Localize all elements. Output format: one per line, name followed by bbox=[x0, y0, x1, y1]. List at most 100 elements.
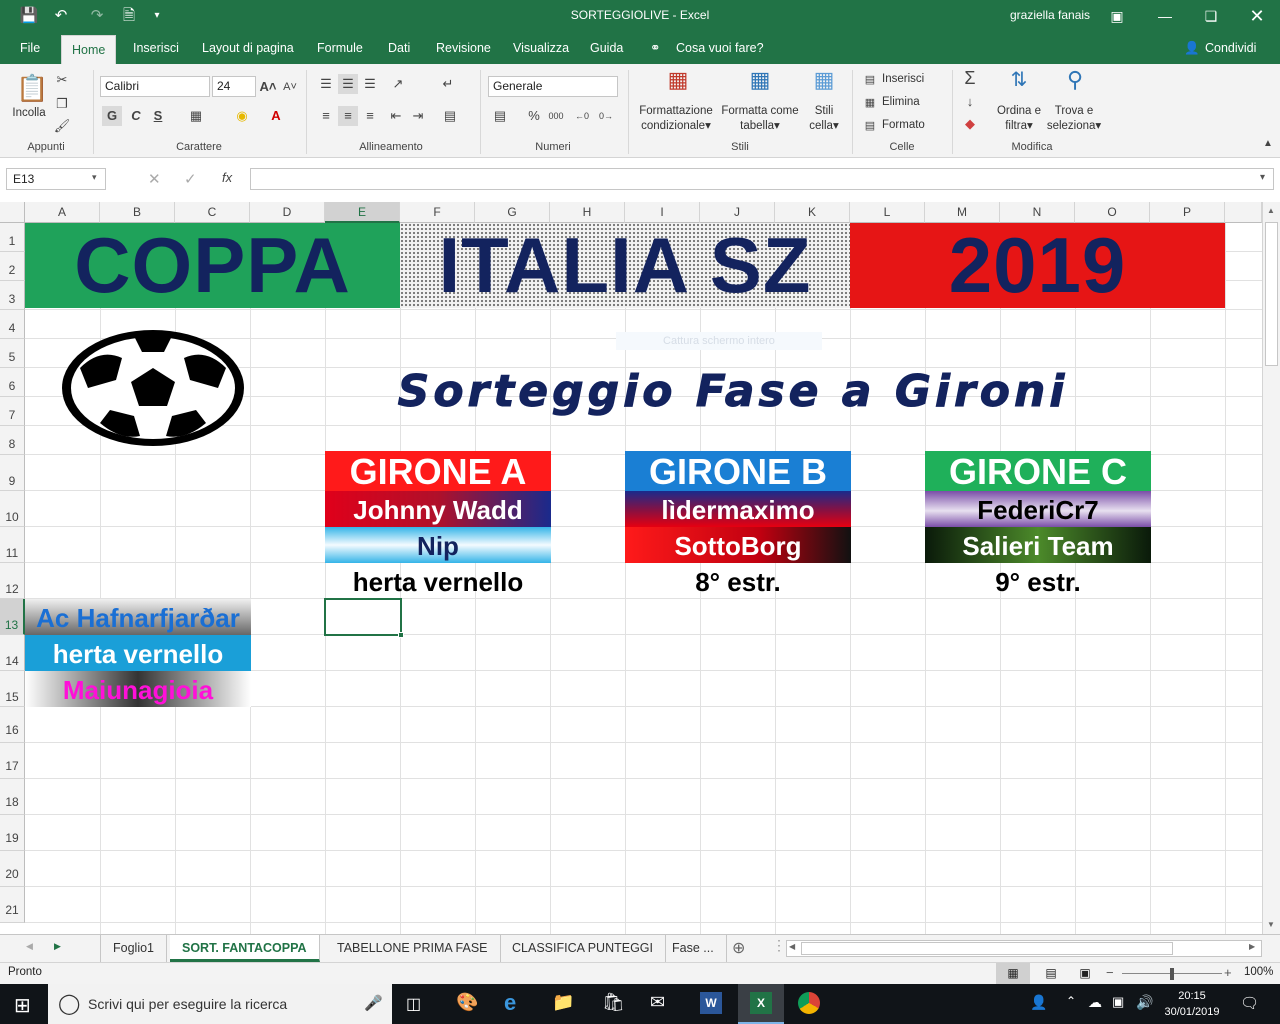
thousands-icon[interactable]: 000 bbox=[546, 106, 566, 126]
decrease-indent-icon[interactable]: ⇤ bbox=[386, 106, 406, 126]
row-header[interactable]: 16 bbox=[0, 707, 25, 743]
notifications-icon[interactable]: 🗨 bbox=[1240, 994, 1259, 1012]
find-select-button[interactable]: Trova e seleziona▾ bbox=[1044, 104, 1104, 134]
column-header[interactable]: N bbox=[1000, 202, 1075, 223]
column-header[interactable] bbox=[1225, 202, 1262, 223]
spreadsheet-grid[interactable]: A B C D E F G H I J K L M N O P 1 2 3 4 … bbox=[0, 202, 1262, 934]
row-header[interactable]: 17 bbox=[0, 743, 25, 779]
paste-icon[interactable]: 📋 bbox=[16, 72, 48, 104]
row-header[interactable]: 3 bbox=[0, 281, 25, 310]
merge-center-icon[interactable]: ▤ bbox=[440, 106, 460, 126]
row-header-selected[interactable]: 13 bbox=[0, 599, 25, 635]
word-app-icon[interactable]: W bbox=[700, 992, 722, 1014]
align-top-icon[interactable]: ☰ bbox=[316, 74, 336, 94]
name-box[interactable]: E13 bbox=[6, 168, 106, 190]
column-header-selected[interactable]: E bbox=[325, 202, 400, 223]
format-table-button[interactable]: Formatta come tabella▾ bbox=[716, 104, 804, 134]
tab-file[interactable]: File bbox=[20, 32, 40, 64]
windows-start-icon[interactable]: ⊞ bbox=[14, 993, 31, 1018]
share-button[interactable]: Condividi bbox=[1205, 32, 1256, 64]
fill-handle[interactable] bbox=[398, 632, 404, 638]
conditional-format-icon[interactable]: ▦ bbox=[664, 69, 692, 98]
tab-formulas[interactable]: Formule bbox=[317, 32, 363, 64]
row-header[interactable]: 19 bbox=[0, 815, 25, 851]
column-header[interactable]: P bbox=[1150, 202, 1225, 223]
column-header[interactable]: O bbox=[1075, 202, 1150, 223]
sheet-tab-foglio1[interactable]: Foglio1 bbox=[100, 935, 167, 962]
row-header[interactable]: 18 bbox=[0, 779, 25, 815]
delete-cells-icon[interactable]: ▦ bbox=[860, 93, 880, 113]
paint-app-icon[interactable]: 🎨 bbox=[456, 992, 478, 1013]
select-all-corner[interactable] bbox=[0, 202, 25, 223]
cloud-icon[interactable]: ☁ bbox=[1088, 994, 1102, 1011]
delete-cells-button[interactable]: Elimina bbox=[882, 96, 920, 108]
page-layout-view-icon[interactable]: ▤ bbox=[1040, 963, 1062, 984]
column-header[interactable]: A bbox=[25, 202, 100, 223]
vertical-scroll-thumb[interactable] bbox=[1265, 222, 1278, 366]
format-table-icon[interactable]: ▦ bbox=[746, 69, 774, 98]
row-header[interactable]: 2 bbox=[0, 252, 25, 281]
column-header[interactable]: M bbox=[925, 202, 1000, 223]
increase-indent-icon[interactable]: ⇥ bbox=[408, 106, 428, 126]
percent-icon[interactable]: % bbox=[524, 106, 544, 126]
row-header[interactable]: 21 bbox=[0, 887, 25, 923]
row-header[interactable]: 10 bbox=[0, 491, 25, 527]
row-header[interactable]: 8 bbox=[0, 426, 25, 455]
row-header[interactable]: 7 bbox=[0, 397, 25, 426]
tab-insert[interactable]: Inserisci bbox=[133, 32, 179, 64]
tray-expand-icon[interactable]: ⌃ bbox=[1066, 994, 1076, 1008]
number-format-select[interactable]: Generale bbox=[488, 76, 618, 97]
share-icon[interactable]: 👤 bbox=[1184, 32, 1200, 64]
selected-cell[interactable] bbox=[324, 598, 402, 636]
ribbon-options-icon[interactable]: ▣ bbox=[1094, 0, 1140, 32]
row-header[interactable]: 6 bbox=[0, 368, 25, 397]
paste-label[interactable]: Incolla bbox=[8, 106, 50, 121]
tab-page-layout[interactable]: Layout di pagina bbox=[202, 32, 294, 64]
clear-icon[interactable]: ◆ bbox=[960, 114, 980, 134]
microphone-icon[interactable]: 🎤 bbox=[364, 984, 383, 1024]
column-header[interactable]: I bbox=[625, 202, 700, 223]
align-right-icon[interactable]: ≡ bbox=[360, 106, 380, 126]
bold-button[interactable]: G bbox=[102, 106, 122, 126]
autosum-icon[interactable]: Σ bbox=[960, 68, 980, 88]
scroll-down-icon[interactable]: ▼ bbox=[1267, 920, 1275, 929]
scroll-left-icon[interactable]: ◀ bbox=[789, 942, 795, 951]
taskbar-search[interactable]: ◯ Scrivi qui per eseguire la ricerca 🎤 bbox=[48, 984, 392, 1024]
network-icon[interactable]: ▣ bbox=[1112, 994, 1124, 1010]
copy-icon[interactable]: ❐ bbox=[52, 94, 72, 114]
italic-button[interactable]: C bbox=[126, 106, 146, 126]
font-size-select[interactable]: 24 bbox=[212, 76, 256, 97]
cell-styles-icon[interactable]: ▦ bbox=[810, 69, 838, 98]
zoom-out-icon[interactable]: − bbox=[1106, 965, 1114, 980]
increase-font-icon[interactable]: A˄ bbox=[258, 77, 278, 97]
next-sheet-icon[interactable]: ▶ bbox=[54, 941, 61, 952]
sheet-tab-tabellone[interactable]: TABELLONE PRIMA FASE bbox=[325, 935, 501, 962]
user-name[interactable]: graziella fanais bbox=[1010, 8, 1090, 22]
edge-browser-icon[interactable]: e bbox=[504, 990, 516, 1016]
file-explorer-icon[interactable]: 📁 bbox=[552, 992, 574, 1013]
column-header[interactable]: C bbox=[175, 202, 250, 223]
add-sheet-icon[interactable]: ⊕ bbox=[732, 938, 745, 958]
prev-sheet-icon[interactable]: ◀ bbox=[26, 941, 33, 952]
zoom-slider-thumb[interactable] bbox=[1170, 968, 1174, 980]
sort-filter-icon[interactable]: ⇅ bbox=[1004, 70, 1034, 100]
expand-formula-icon[interactable]: ▾ bbox=[1260, 172, 1265, 183]
taskbar-clock[interactable]: 20:15 30/01/2019 bbox=[1160, 988, 1224, 1020]
row-header[interactable]: 5 bbox=[0, 339, 25, 368]
column-header[interactable]: L bbox=[850, 202, 925, 223]
row-header[interactable]: 11 bbox=[0, 527, 25, 563]
column-header[interactable]: J bbox=[700, 202, 775, 223]
horizontal-scrollbar[interactable]: ◀ ▶ bbox=[786, 940, 1262, 957]
mail-icon[interactable]: ✉ bbox=[650, 992, 665, 1013]
insert-cells-icon[interactable]: ▤ bbox=[860, 70, 880, 90]
column-header[interactable]: H bbox=[550, 202, 625, 223]
align-bottom-icon[interactable]: ☰ bbox=[360, 74, 380, 94]
horizontal-scroll-thumb[interactable] bbox=[801, 942, 1173, 955]
underline-button[interactable]: S bbox=[148, 106, 168, 126]
tab-home[interactable]: Home bbox=[61, 35, 117, 64]
chrome-browser-icon[interactable] bbox=[798, 992, 820, 1014]
sort-filter-button[interactable]: Ordina e filtra▾ bbox=[992, 104, 1046, 134]
scroll-right-icon[interactable]: ▶ bbox=[1249, 942, 1255, 951]
conditional-format-button[interactable]: Formattazione condizionale▾ bbox=[634, 104, 718, 134]
task-view-icon[interactable]: ◫ bbox=[406, 994, 421, 1014]
